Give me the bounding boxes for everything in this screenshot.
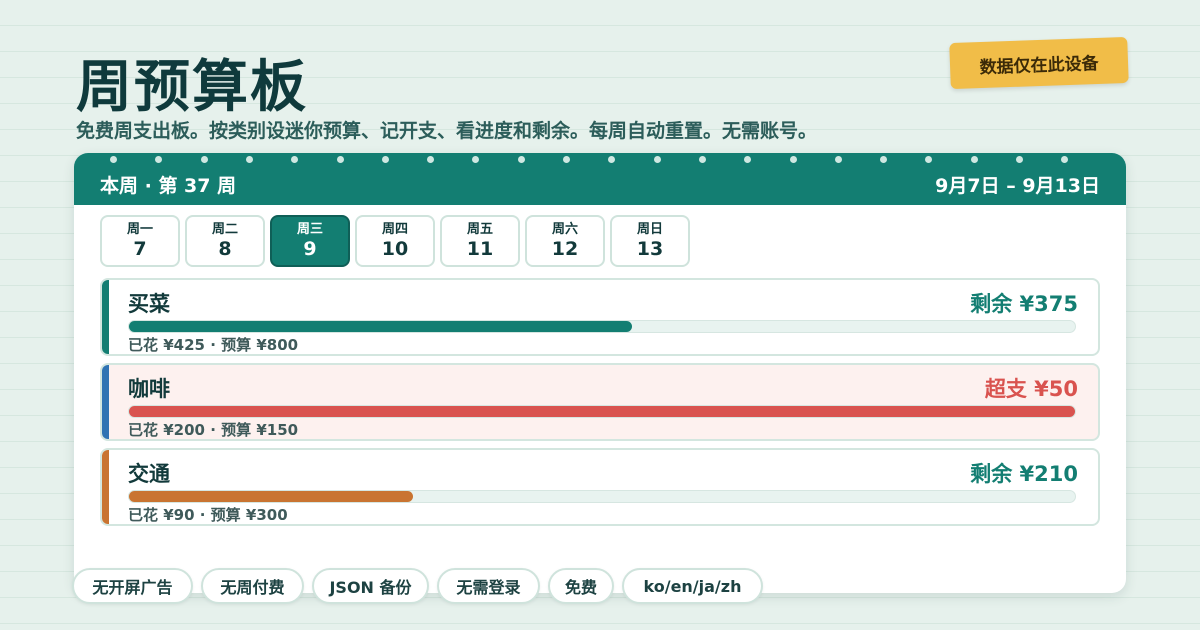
category-status: 剩余 ¥210 xyxy=(970,462,1078,486)
app-subtitle: 免费周支出板。按类别设迷你预算、记开支、看进度和剩余。每周自动重置。无需账号。 xyxy=(76,120,818,142)
category-name: 咖啡 xyxy=(128,377,170,401)
chip-no-splash-ads: 无开屏广告 xyxy=(72,568,193,604)
date-range: 9月7日 – 9月13日 xyxy=(935,175,1100,197)
day-tab-wed[interactable]: 周三 9 xyxy=(270,215,350,267)
binder-hole xyxy=(381,156,389,163)
chip-json-backup: JSON 备份 xyxy=(312,568,429,604)
binder-hole xyxy=(1016,156,1023,163)
day-tab-tue[interactable]: 周二 8 xyxy=(185,215,265,267)
week-label: 本周 · 第 37 周 xyxy=(100,175,237,197)
progress-track xyxy=(128,405,1076,418)
binder-hole xyxy=(698,156,706,163)
day-number: 7 xyxy=(133,238,147,260)
day-number: 9 xyxy=(303,238,317,260)
day-name: 周六 xyxy=(551,222,578,237)
day-tab-sat[interactable]: 周六 12 xyxy=(525,215,605,267)
day-number: 10 xyxy=(381,238,409,260)
category-meta: 已花 ¥90 · 预算 ¥300 xyxy=(128,506,288,524)
day-name: 周二 xyxy=(211,222,238,237)
category-stripe xyxy=(102,365,109,439)
binder-hole xyxy=(472,156,480,163)
binder-hole xyxy=(427,156,435,163)
binder-hole xyxy=(517,156,525,163)
day-number: 11 xyxy=(466,238,494,260)
category-meta: 已花 ¥200 · 预算 ¥150 xyxy=(128,421,299,439)
local-data-badge: 数据仅在此设备 xyxy=(949,36,1129,90)
chip-free: 免费 xyxy=(548,568,614,604)
progress-fill xyxy=(129,491,413,502)
card-header: 本周 · 第 37 周 9月7日 – 9月13日 xyxy=(74,153,1126,205)
day-name: 周五 xyxy=(466,222,493,237)
progress-fill xyxy=(129,406,1075,417)
binder-hole xyxy=(1061,156,1069,163)
day-number: 8 xyxy=(218,238,232,260)
day-number: 13 xyxy=(636,238,664,260)
weekly-board-card: 本周 · 第 37 周 9月7日 – 9月13日 周一 7 周二 8 周三 9 … xyxy=(74,153,1126,593)
app-title: 周预算板 xyxy=(76,55,308,120)
binder-hole xyxy=(110,156,117,163)
category-card-coffee[interactable]: 咖啡 超支 ¥50 已花 ¥200 · 预算 ¥150 xyxy=(100,363,1100,441)
chip-no-login: 无需登录 xyxy=(437,568,540,604)
day-name: 周三 xyxy=(296,222,323,237)
binder-hole xyxy=(970,156,978,163)
category-stripe xyxy=(102,450,109,524)
progress-track xyxy=(128,320,1076,333)
binder-hole xyxy=(880,156,888,163)
category-status: 超支 ¥50 xyxy=(984,377,1078,401)
category-card-transport[interactable]: 交通 剩余 ¥210 已花 ¥90 · 预算 ¥300 xyxy=(100,448,1100,526)
category-status: 剩余 ¥375 xyxy=(970,292,1078,316)
day-tab-thu[interactable]: 周四 10 xyxy=(355,215,435,267)
category-name: 交通 xyxy=(128,462,170,486)
category-card-groceries[interactable]: 买菜 剩余 ¥375 已花 ¥425 · 预算 ¥800 xyxy=(100,278,1100,356)
binder-hole xyxy=(653,156,661,163)
day-tab-mon[interactable]: 周一 7 xyxy=(100,215,180,267)
binder-hole xyxy=(789,156,797,163)
category-stripe xyxy=(102,280,109,354)
binder-hole xyxy=(608,156,616,163)
day-name: 周一 xyxy=(126,222,153,237)
category-meta: 已花 ¥425 · 预算 ¥800 xyxy=(128,336,299,354)
day-tab-fri[interactable]: 周五 11 xyxy=(440,215,520,267)
binder-hole xyxy=(744,156,752,163)
chip-languages: ko/en/ja/zh xyxy=(622,568,763,604)
category-name: 买菜 xyxy=(128,292,170,316)
binder-hole xyxy=(155,156,163,163)
day-name: 周四 xyxy=(381,222,408,237)
binder-holes xyxy=(74,156,1126,164)
progress-track xyxy=(128,490,1076,503)
binder-hole xyxy=(291,156,299,163)
binder-hole xyxy=(200,156,208,163)
binder-hole xyxy=(336,156,344,163)
binder-hole xyxy=(834,156,842,163)
binder-hole xyxy=(563,156,570,163)
progress-fill xyxy=(129,321,632,332)
chip-no-weekly-fee: 无周付费 xyxy=(201,568,304,604)
binder-hole xyxy=(925,156,933,163)
binder-hole xyxy=(245,156,253,163)
day-tab-sun[interactable]: 周日 13 xyxy=(610,215,690,267)
day-number: 12 xyxy=(551,238,579,260)
day-name: 周日 xyxy=(636,222,663,237)
